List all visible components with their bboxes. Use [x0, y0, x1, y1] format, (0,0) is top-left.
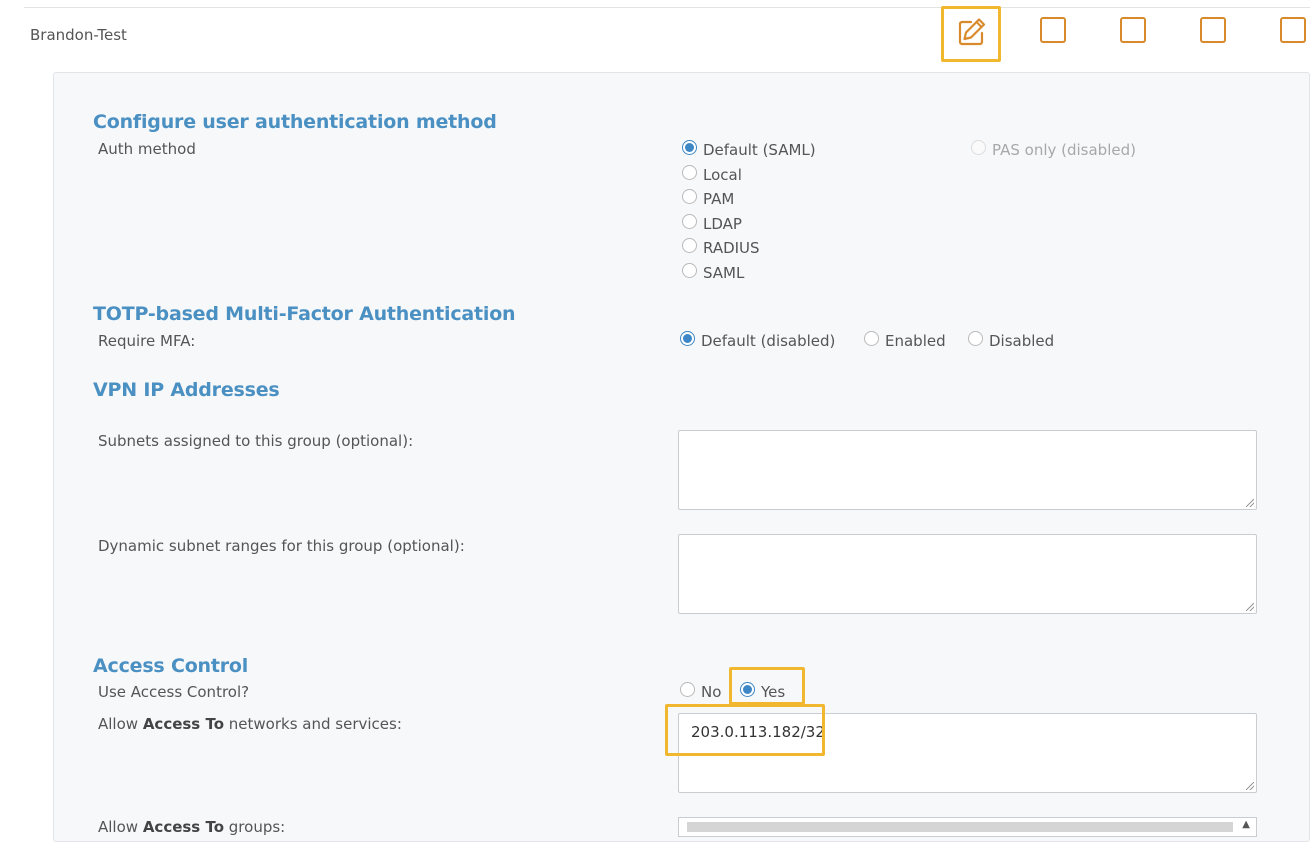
allow-access-highlight — [665, 704, 825, 756]
access-option-no: No — [701, 683, 722, 701]
pencil-edit-icon — [958, 18, 986, 46]
auth-option-ldap: LDAP — [703, 215, 742, 233]
dynamic-subnets-textarea[interactable] — [678, 534, 1257, 614]
auth-radio-pas-only — [971, 140, 986, 155]
auth-option-local: Local — [703, 166, 742, 184]
auth-option-pas-only: PAS only (disabled) — [992, 141, 1136, 159]
action-checkbox-4[interactable] — [1280, 17, 1306, 43]
access-radio-no[interactable] — [680, 682, 695, 697]
access-heading: Access Control — [93, 655, 249, 677]
auth-option-default-saml: Default (SAML) — [703, 141, 816, 159]
auth-heading: Configure user authentication method — [93, 111, 497, 133]
access-radio-yes[interactable] — [740, 682, 755, 697]
action-checkbox-2[interactable] — [1120, 17, 1146, 43]
auth-radio-pam[interactable] — [682, 189, 697, 204]
vpn-heading: VPN IP Addresses — [93, 379, 280, 401]
auth-option-saml: SAML — [703, 264, 745, 282]
mfa-radio-disabled[interactable] — [968, 331, 983, 346]
mfa-radio-enabled[interactable] — [864, 331, 879, 346]
allow-access-label: Allow Access To networks and services: — [98, 715, 402, 733]
auth-radio-default-saml[interactable] — [682, 140, 697, 155]
mfa-heading: TOTP-based Multi-Factor Authentication — [93, 303, 516, 325]
access-option-yes: Yes — [761, 683, 786, 701]
subnets-textarea[interactable] — [678, 430, 1257, 510]
auth-option-radius: RADIUS — [703, 239, 760, 257]
mfa-radio-default[interactable] — [680, 331, 695, 346]
auth-radio-ldap[interactable] — [682, 214, 697, 229]
mfa-label: Require MFA: — [98, 332, 196, 350]
select-scroll-track — [687, 822, 1233, 832]
allow-groups-label: Allow Access To groups: — [98, 818, 286, 836]
resize-grip-icon[interactable] — [1246, 499, 1254, 507]
mfa-option-default: Default (disabled) — [701, 332, 836, 350]
action-checkbox-1[interactable] — [1040, 17, 1066, 43]
subnets-label: Subnets assigned to this group (optional… — [98, 432, 414, 450]
use-access-label: Use Access Control? — [98, 683, 250, 701]
edit-button[interactable] — [941, 6, 1001, 62]
auth-radio-local[interactable] — [682, 165, 697, 180]
auth-radio-radius[interactable] — [682, 238, 697, 253]
top-divider — [24, 7, 1310, 8]
allow-groups-select[interactable]: ▲ — [678, 817, 1257, 837]
mfa-option-disabled: Disabled — [989, 332, 1055, 350]
auth-radio-saml[interactable] — [682, 263, 697, 278]
scroll-up-arrow-icon[interactable]: ▲ — [1242, 819, 1250, 830]
auth-option-pam: PAM — [703, 190, 735, 208]
action-checkbox-3[interactable] — [1200, 17, 1226, 43]
group-name: Brandon-Test — [30, 26, 127, 44]
dynamic-subnets-label: Dynamic subnet ranges for this group (op… — [98, 537, 465, 555]
resize-grip-icon[interactable] — [1246, 782, 1254, 790]
resize-grip-icon[interactable] — [1246, 603, 1254, 611]
auth-method-label: Auth method — [98, 140, 196, 158]
mfa-option-enabled: Enabled — [885, 332, 946, 350]
